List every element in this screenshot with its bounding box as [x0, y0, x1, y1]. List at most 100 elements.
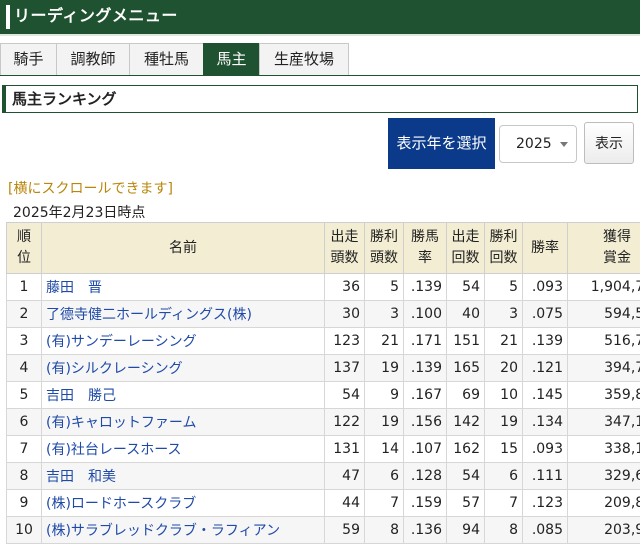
starts-cell: 59	[324, 516, 365, 544]
runs-cell: 40	[446, 300, 485, 328]
wins-cell: 10	[484, 381, 523, 409]
winners-cell: 7	[364, 489, 404, 517]
col-header-prize: 獲得 賞金	[567, 222, 640, 274]
col-header-rank: 順位	[6, 222, 42, 274]
rank-cell: 3	[6, 327, 42, 355]
col-header-starts: 出走 頭数	[324, 222, 365, 274]
rank-cell: 1	[6, 273, 42, 301]
owner-name-link[interactable]: 了德寺健二ホールディングス(株)	[41, 300, 325, 328]
table-row: 3(有)サンデーレーシング12321.17115121.139516,747	[6, 327, 640, 355]
rank-cell: 7	[6, 435, 42, 463]
win-horse-rate-cell: .107	[403, 435, 447, 463]
table-row: 9(株)ロードホースクラブ447.159577.123209,884	[6, 489, 640, 517]
owner-name-link[interactable]: 吉田 勝己	[41, 381, 325, 409]
col-header-runs: 出走 回数	[446, 222, 485, 274]
starts-cell: 122	[324, 408, 365, 436]
col-header-name: 名前	[41, 222, 325, 274]
owner-name-link[interactable]: (有)社台レースホース	[41, 435, 325, 463]
rank-cell: 4	[6, 354, 42, 382]
prize-cell: 347,143	[567, 408, 640, 436]
table-row: 7(有)社台レースホース13114.10716215.093338,192	[6, 435, 640, 463]
tab-owner[interactable]: 馬主	[203, 43, 260, 75]
table-row: 2了德寺健二ホールディングス(株)303.100403.075594,535	[6, 300, 640, 328]
table-row: 6(有)キャロットファーム12219.15614219.134347,143	[6, 408, 640, 436]
show-button[interactable]: 表示	[584, 122, 634, 164]
rank-cell: 6	[6, 408, 42, 436]
runs-cell: 151	[446, 327, 485, 355]
prize-cell: 1,904,780	[567, 273, 640, 301]
win-horse-rate-cell: .100	[403, 300, 447, 328]
wins-cell: 6	[484, 462, 523, 490]
win-horse-rate-cell: .167	[403, 381, 447, 409]
winners-cell: 19	[364, 408, 404, 436]
win-rate-cell: .123	[522, 489, 568, 517]
wins-cell: 8	[484, 516, 523, 544]
col-header-wins: 勝利 回数	[484, 222, 523, 274]
owner-name-link[interactable]: (有)キャロットファーム	[41, 408, 325, 436]
starts-cell: 36	[324, 273, 365, 301]
owner-name-link[interactable]: 吉田 和美	[41, 462, 325, 490]
starts-cell: 123	[324, 327, 365, 355]
runs-cell: 142	[446, 408, 485, 436]
header-accent-bar	[6, 5, 10, 29]
runs-cell: 57	[446, 489, 485, 517]
prize-cell: 338,192	[567, 435, 640, 463]
winners-cell: 5	[364, 273, 404, 301]
col-header-winners: 勝利 頭数	[364, 222, 404, 274]
tab-sire[interactable]: 種牡馬	[129, 43, 204, 75]
table-row: 5吉田 勝己549.1676910.145359,805	[6, 381, 640, 409]
winners-cell: 3	[364, 300, 404, 328]
menu-title: リーディングメニュー	[14, 6, 178, 25]
scroll-note: [横にスクロールできます]	[8, 181, 173, 197]
owner-name-link[interactable]: (株)サラブレッドクラブ・ラフィアン	[41, 516, 325, 544]
rank-cell: 5	[6, 381, 42, 409]
win-horse-rate-cell: .159	[403, 489, 447, 517]
header-divider	[0, 34, 640, 36]
menu-header: リーディングメニュー	[0, 0, 640, 34]
prize-cell: 516,747	[567, 327, 640, 355]
dropdown-arrow-icon	[560, 142, 568, 147]
winners-cell: 9	[364, 381, 404, 409]
owner-name-link[interactable]: (有)シルクレーシング	[41, 354, 325, 382]
win-horse-rate-cell: .139	[403, 273, 447, 301]
starts-cell: 30	[324, 300, 365, 328]
win-horse-rate-cell: .171	[403, 327, 447, 355]
year-select-value: 2025	[516, 136, 552, 152]
owner-name-link[interactable]: (有)サンデーレーシング	[41, 327, 325, 355]
tab-jockey[interactable]: 騎手	[0, 43, 57, 75]
rank-cell: 8	[6, 462, 42, 490]
wins-cell: 21	[484, 327, 523, 355]
win-rate-cell: .139	[522, 327, 568, 355]
tab-trainer[interactable]: 調教師	[56, 43, 130, 75]
owner-name-link[interactable]: 藤田 晋	[41, 273, 325, 301]
runs-cell: 94	[446, 516, 485, 544]
prize-cell: 359,805	[567, 381, 640, 409]
wins-cell: 19	[484, 408, 523, 436]
year-select-label: 表示年を選択	[388, 118, 495, 169]
winners-cell: 14	[364, 435, 404, 463]
ranking-table: 順位 名前 出走 頭数 勝利 頭数 勝馬率 出走 回数 勝利 回数 勝率 獲得 賞金 1藤…	[6, 222, 640, 544]
owner-name-link[interactable]: (株)ロードホースクラブ	[41, 489, 325, 517]
winners-cell: 19	[364, 354, 404, 382]
ranking-table-scroll[interactable]: 順位 名前 出走 頭数 勝利 頭数 勝馬率 出走 回数 勝利 回数 勝率 獲得 賞金 1藤…	[6, 222, 640, 544]
wins-cell: 15	[484, 435, 523, 463]
section-header: 馬主ランキング	[2, 85, 638, 113]
runs-cell: 54	[446, 462, 485, 490]
prize-cell: 203,987	[567, 516, 640, 544]
year-select[interactable]: 2025	[499, 125, 577, 163]
table-header-row: 順位 名前 出走 頭数 勝利 頭数 勝馬率 出走 回数 勝利 回数 勝率 獲得 賞金	[6, 222, 640, 274]
win-horse-rate-cell: .139	[403, 354, 447, 382]
win-rate-cell: .075	[522, 300, 568, 328]
win-rate-cell: .093	[522, 273, 568, 301]
table-row: 4(有)シルクレーシング13719.13916520.121394,789	[6, 354, 640, 382]
prize-cell: 594,535	[567, 300, 640, 328]
wins-cell: 3	[484, 300, 523, 328]
wins-cell: 5	[484, 273, 523, 301]
rank-cell: 9	[6, 489, 42, 517]
winners-cell: 21	[364, 327, 404, 355]
section-title: 馬主ランキング	[12, 90, 117, 108]
win-rate-cell: .134	[522, 408, 568, 436]
wins-cell: 20	[484, 354, 523, 382]
runs-cell: 165	[446, 354, 485, 382]
tab-breeder[interactable]: 生産牧場	[259, 43, 349, 75]
